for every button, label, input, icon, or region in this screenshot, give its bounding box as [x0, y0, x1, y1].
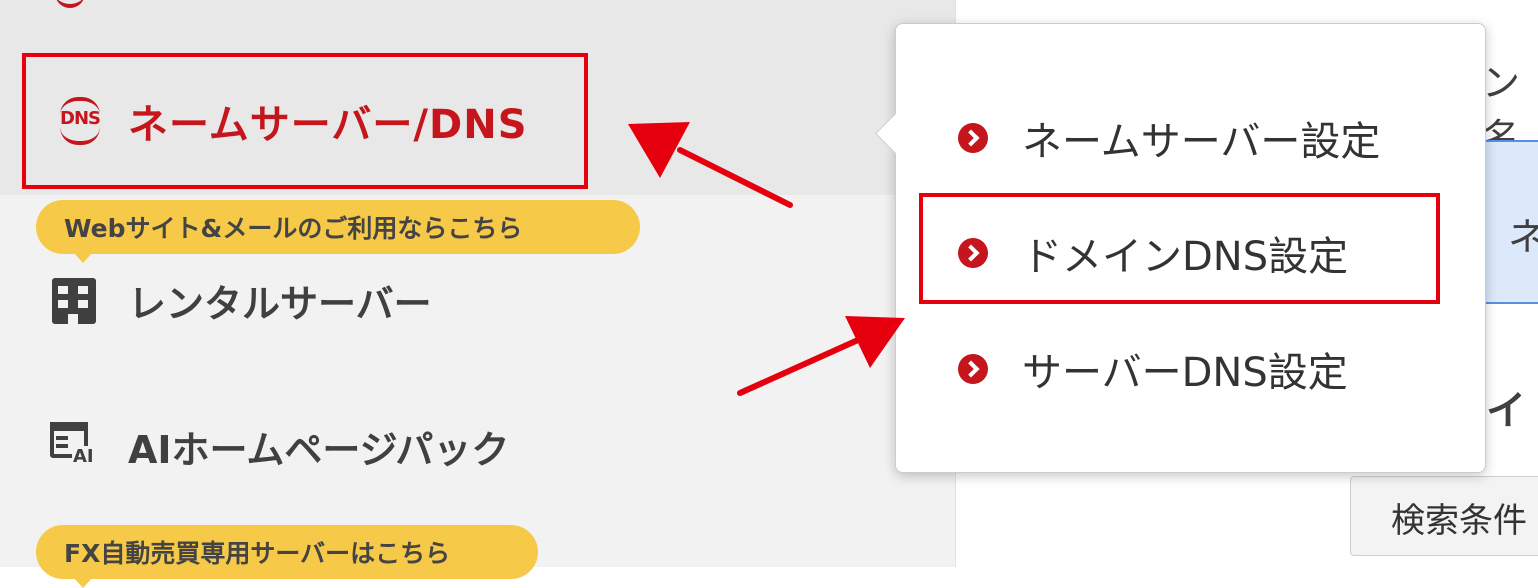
- sidebar: DNS ネームサーバー/DNS Webサイト&メールのご利用ならこちら レンタル…: [0, 0, 956, 588]
- dns-icon: DNS: [54, 91, 106, 151]
- building-icon: [48, 272, 100, 328]
- menu-item-server-dns-settings[interactable]: サーバーDNS設定: [958, 340, 1348, 398]
- main-partial-section-title: イ: [1486, 388, 1526, 434]
- menu-item-label: サーバーDNS設定: [1022, 350, 1348, 396]
- menu-item-nameserver-settings[interactable]: ネームサーバー設定: [958, 109, 1380, 167]
- menu-item-domain-dns-settings[interactable]: ドメインDNS設定: [958, 224, 1348, 282]
- sidebar-item-ai-homepage-pack[interactable]: AI AIホームページパック: [48, 418, 509, 474]
- sidebar-item-label: レンタルサーバー: [128, 281, 432, 326]
- main-partial-row-text: ネ: [1508, 215, 1538, 259]
- dns-icon-text: DNS: [60, 108, 101, 129]
- chevron-right-icon: [958, 354, 988, 384]
- chevron-right-icon: [958, 123, 988, 153]
- sidebar-item-label: AIホームページパック: [128, 427, 510, 472]
- fx-server-badge[interactable]: FX自動売買専用サーバーはこちら: [36, 525, 538, 588]
- search-conditions-button[interactable]: 検索条件: [1350, 476, 1538, 556]
- menu-item-label: ドメインDNS設定: [1022, 234, 1349, 280]
- sidebar-item-nameserver-dns[interactable]: DNS ネームサーバー/DNS: [22, 53, 588, 189]
- ai-icon-text: AI: [72, 446, 95, 467]
- sidebar-item-label: ネームサーバー/DNS: [128, 102, 528, 148]
- chevron-right-icon: [958, 238, 988, 268]
- ai-homepage-icon: AI: [48, 418, 100, 474]
- web-mail-badge[interactable]: Webサイト&メールのご利用ならこちら: [36, 200, 640, 263]
- menu-item-label: ネームサーバー設定: [1022, 119, 1381, 165]
- sidebar-item-rental-server[interactable]: レンタルサーバー: [48, 272, 432, 328]
- dns-submenu-popup: ネームサーバー設定 ドメインDNS設定 サーバーDNS設定: [874, 23, 1486, 473]
